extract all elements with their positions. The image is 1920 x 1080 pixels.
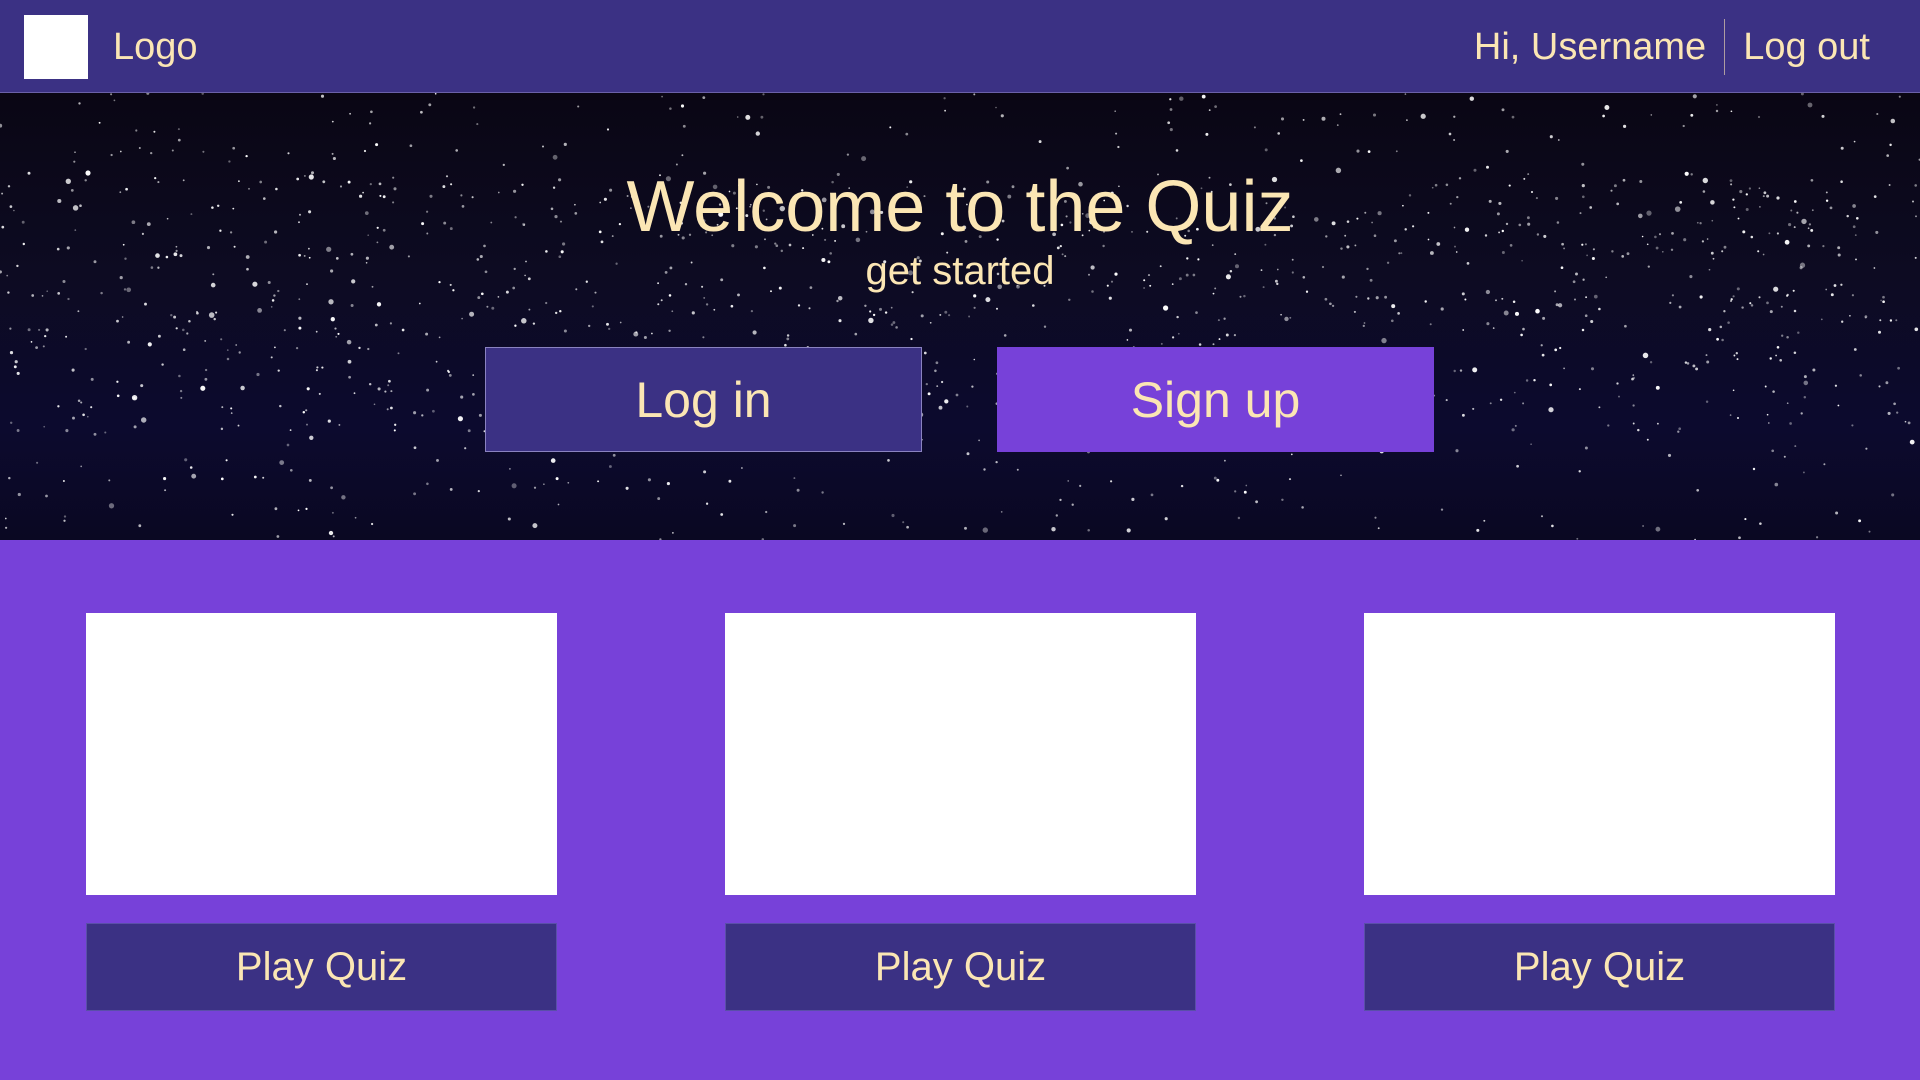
starfield-background bbox=[0, 93, 1920, 540]
logo-image[interactable] bbox=[24, 15, 88, 79]
login-button[interactable]: Log in bbox=[485, 347, 922, 452]
top-navbar: Logo Hi, Username Log out bbox=[0, 0, 1920, 93]
quiz-thumbnail-1[interactable] bbox=[86, 613, 557, 895]
nav-divider bbox=[1724, 19, 1726, 75]
play-quiz-button-2[interactable]: Play Quiz bbox=[725, 923, 1196, 1011]
quiz-thumbnail-2[interactable] bbox=[725, 613, 1196, 895]
play-quiz-button-1[interactable]: Play Quiz bbox=[86, 923, 557, 1011]
hero-title: Welcome to the Quiz bbox=[626, 167, 1294, 247]
quiz-thumbnail-3[interactable] bbox=[1364, 613, 1835, 895]
user-menu: Hi, Username Log out bbox=[1474, 18, 1870, 76]
play-quiz-button-3[interactable]: Play Quiz bbox=[1364, 923, 1835, 1011]
signup-button[interactable]: Sign up bbox=[997, 347, 1434, 452]
hero-banner: Welcome to the Quiz get started Log in S… bbox=[0, 93, 1920, 540]
logo-text[interactable]: Logo bbox=[113, 25, 198, 69]
user-greeting: Hi, Username bbox=[1473, 25, 1707, 68]
page: Logo Hi, Username Log out Welcome to the… bbox=[0, 0, 1920, 1080]
logout-link[interactable]: Log out bbox=[1725, 26, 1870, 69]
hero-subtitle: get started bbox=[865, 249, 1055, 293]
